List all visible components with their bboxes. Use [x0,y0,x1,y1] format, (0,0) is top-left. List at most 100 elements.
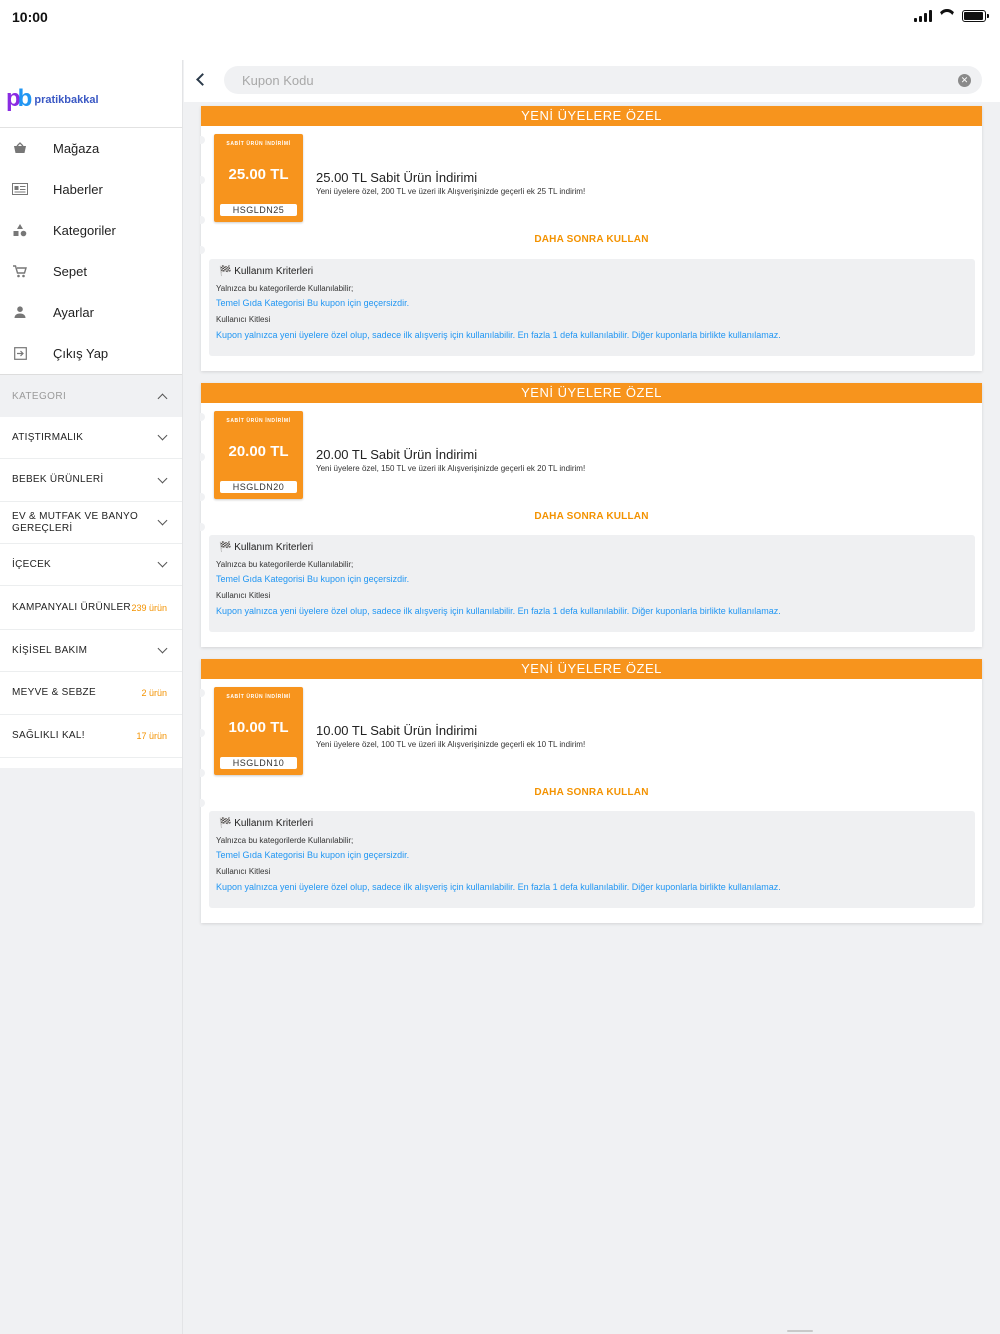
use-later-button[interactable]: DAHA SONRA KULLAN [201,511,982,522]
criteria-categories-label: Yalnızca bu kategorilerde Kullanılabilir… [216,560,354,569]
coupon-title: 10.00 TL Sabit Ürün İndirimi [316,723,478,738]
status-time: 10:00 [12,9,48,25]
top-bar: ✕ [184,60,1000,102]
menu-item-label: Ayarlar [53,305,94,320]
coupon-amount: 25.00 TL [228,166,289,183]
menu-item-ayarlar[interactable]: Ayarlar [0,292,182,333]
category-label: KİŞİSEL BAKIM [12,644,88,656]
signal-icon [914,9,932,22]
ticket-notch [200,216,205,224]
menu-item-label: Çıkış Yap [53,346,109,361]
sidebar: pb pratikbakkal Mağaza Haberler Kategori… [0,60,183,1334]
coupon-card: YENİ ÜYELERE ÖZEL SABİT ÜRÜN İNDİRİMİ 20… [200,383,982,647]
wifi-icon [938,9,956,22]
criteria-title: 🏁 Kullanım Kriterleri [219,542,314,553]
category-label: İÇECEK [12,558,52,570]
menu-item-label: Haberler [53,182,103,197]
category-item-kampanyali[interactable]: KAMPANYALI ÜRÜNLER 239 ürün [0,586,182,630]
coupon-title: 20.00 TL Sabit Ürün İndirimi [316,447,478,462]
newspaper-icon [12,182,28,197]
ticket-notch [200,689,205,697]
category-label: MEYVE & SEBZE [12,687,96,698]
coupon-card: YENİ ÜYELERE ÖZEL SABİT ÜRÜN İNDİRİMİ 10… [200,659,982,923]
clear-icon[interactable]: ✕ [958,74,971,87]
coupon-ribbon: YENİ ÜYELERE ÖZEL [201,659,982,679]
category-item-atistirmalik[interactable]: ATIŞTIRMALIK [0,417,182,459]
ticket-notch [200,493,205,501]
criteria-categories-value: Temel Gıda Kategorisi Bu kupon için geçe… [216,850,410,860]
ticket-notch [200,453,205,461]
category-item-partial [0,758,182,768]
category-header[interactable]: KATEGORI [0,375,182,417]
criteria-title: 🏁 Kullanım Kriterleri [219,266,314,277]
ticket-notch [200,729,205,737]
criteria-audience-label: Kullanıcı Kitlesi [216,867,271,876]
menu-item-magaza[interactable]: Mağaza [0,128,182,169]
ticket-notch [200,413,205,421]
category-header-label: KATEGORI [12,390,67,402]
category-item-meyve-sebze[interactable]: MEYVE & SEBZE 2 ürün [0,672,182,715]
usage-criteria: 🏁 Kullanım Kriterleri Yalnızca bu katego… [209,535,975,632]
coupon-ticket: SABİT ÜRÜN İNDİRİMİ 25.00 TL HSGLDN25 [214,134,303,222]
back-arrow-icon[interactable] [196,73,209,86]
category-item-icecek[interactable]: İÇECEK [0,544,182,586]
coupon-ribbon: YENİ ÜYELERE ÖZEL [201,106,982,126]
menu-item-haberler[interactable]: Haberler [0,169,182,210]
category-item-ev-mutfak[interactable]: EV & MUTFAK VE BANYO GEREÇLERİ [0,502,182,544]
criteria-audience-value: Kupon yalnızca yeni üyelere özel olup, s… [216,330,781,340]
category-label: EV & MUTFAK VE BANYO GEREÇLERİ [12,510,139,534]
coupon-amount: 20.00 TL [228,443,289,460]
coupon-ticket: SABİT ÜRÜN İNDİRİMİ 20.00 TL HSGLDN20 [214,411,303,499]
status-icons [914,9,989,22]
coupon-code[interactable]: HSGLDN10 [220,757,297,769]
coupon-description: Yeni üyelere özel, 100 TL ve üzeri ilk A… [316,740,586,749]
coupon-code[interactable]: HSGLDN20 [220,481,297,493]
chevron-down-icon [157,473,168,483]
coupon-badge: SABİT ÜRÜN İNDİRİMİ [226,418,291,424]
menu-item-kategoriler[interactable]: Kategoriler [0,210,182,251]
menu-item-sepet[interactable]: Sepet [0,251,182,292]
criteria-audience-label: Kullanıcı Kitlesi [216,591,271,600]
category-label: ATIŞTIRMALIK [12,431,84,443]
menu-item-label: Sepet [53,264,87,279]
pratikbakkal-logo-icon: pb pratikbakkal [6,85,99,112]
coupon-code[interactable]: HSGLDN25 [220,204,297,216]
chevron-down-icon [157,430,168,441]
usage-criteria: 🏁 Kullanım Kriterleri Yalnızca bu katego… [209,811,975,908]
criteria-audience-label: Kullanıcı Kitlesi [216,315,271,324]
chevron-down-icon [157,557,168,568]
criteria-audience-value: Kupon yalnızca yeni üyelere özel olup, s… [216,606,781,616]
chevron-down-icon [157,515,168,526]
coupon-title: 25.00 TL Sabit Ürün İndirimi [316,170,478,185]
coupon-card: YENİ ÜYELERE ÖZEL SABİT ÜRÜN İNDİRİMİ 25… [200,106,982,371]
category-label: KAMPANYALI ÜRÜNLER [12,601,131,613]
category-item-saglikli-kal[interactable]: SAĞLIKLI KAL! 17 ürün [0,715,182,758]
criteria-categories-value: Temel Gıda Kategorisi Bu kupon için geçe… [216,298,410,308]
criteria-audience-value: Kupon yalnızca yeni üyelere özel olup, s… [216,882,781,892]
criteria-categories-label: Yalnızca bu kategorilerde Kullanılabilir… [216,284,354,293]
category-count: 17 ürün [136,731,167,741]
criteria-title: 🏁 Kullanım Kriterleri [219,818,314,829]
brand-logo[interactable]: pb pratikbakkal [0,60,182,128]
coupon-description: Yeni üyelere özel, 200 TL ve üzeri ilk A… [316,187,586,196]
coupon-description: Yeni üyelere özel, 150 TL ve üzeri ilk A… [316,464,586,473]
chevron-up-icon [157,393,168,403]
coupon-badge: SABİT ÜRÜN İNDİRİMİ [226,694,291,700]
ticket-notch [200,799,205,807]
coupon-code-input[interactable] [224,66,982,94]
criteria-categories-value: Temel Gıda Kategorisi Bu kupon için geçe… [216,574,410,584]
category-item-kisisel-bakim[interactable]: KİŞİSEL BAKIM [0,630,182,672]
chevron-down-icon [157,643,168,654]
ticket-notch [200,246,205,254]
use-later-button[interactable]: DAHA SONRA KULLAN [201,787,982,798]
menu-item-cikis[interactable]: Çıkış Yap [0,333,182,374]
basket-icon [12,141,28,156]
category-label: SAĞLIKLI KAL! [12,730,85,741]
ticket-notch [200,769,205,777]
use-later-button[interactable]: DAHA SONRA KULLAN [201,234,982,245]
category-item-bebek[interactable]: BEBEK ÜRÜNLERİ [0,459,182,502]
main-menu: Mağaza Haberler Kategoriler Sepet Ayarla… [0,128,182,375]
home-indicator [787,1330,813,1332]
battery-icon [962,9,989,22]
category-label: BEBEK ÜRÜNLERİ [12,474,104,485]
